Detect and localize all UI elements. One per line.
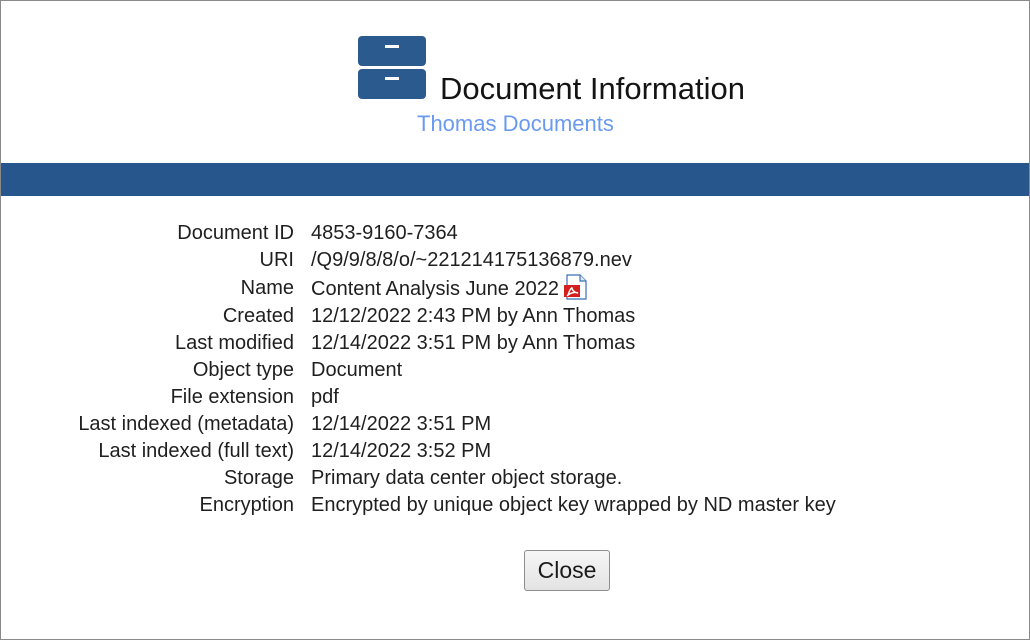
detail-label: Created (222, 305, 294, 327)
detail-label: Name (240, 277, 294, 299)
detail-label: Object type (192, 359, 294, 381)
file-cabinet-icon (358, 36, 426, 99)
details-row: Last modified 12/14/2022 3:51 PM by Ann … (1, 330, 836, 357)
document-info-dialog: Document Information Thomas Documents Do… (0, 0, 1030, 640)
details-row: Encryption Encrypted by unique object ke… (1, 492, 836, 519)
detail-label: URI (259, 249, 294, 271)
detail-label: Last modified (175, 332, 294, 354)
details-row: Storage Primary data center object stora… (1, 465, 836, 492)
details-row: Document ID 4853-9160-7364 (1, 220, 836, 247)
document-name: Content Analysis June 2022 (311, 278, 559, 300)
detail-value: Primary data center object storage. (311, 467, 623, 489)
details-row: Object type Document (1, 357, 836, 384)
page-title: Document Information (440, 71, 745, 106)
details-row: Last indexed (full text) 12/14/2022 3:52… (1, 438, 836, 465)
detail-label: File extension (170, 386, 294, 408)
library-link[interactable]: Thomas Documents (417, 110, 614, 138)
details-row: URI /Q9/9/8/8/o/~221214175136879.nev (1, 247, 836, 274)
details-row: File extension pdf (1, 384, 836, 411)
detail-value: /Q9/9/8/8/o/~221214175136879.nev (311, 249, 632, 271)
detail-value: 4853-9160-7364 (311, 222, 458, 244)
detail-value: 12/12/2022 2:43 PM by Ann Thomas (311, 305, 636, 327)
detail-label: Last indexed (metadata) (78, 413, 294, 435)
detail-label: Document ID (177, 222, 294, 244)
details-table: Document ID 4853-9160-7364 URI /Q9/9/8/8… (1, 220, 836, 519)
detail-value: Document (311, 359, 403, 381)
detail-value: 12/14/2022 3:51 PM (311, 413, 492, 435)
details-row: Last indexed (metadata) 12/14/2022 3:51 … (1, 411, 836, 438)
detail-value: pdf (311, 386, 339, 408)
header-band (1, 163, 1029, 196)
detail-label: Encryption (199, 494, 295, 516)
close-button[interactable]: Close (524, 550, 610, 591)
detail-value: Encrypted by unique object key wrapped b… (311, 494, 836, 516)
detail-label: Last indexed (full text) (98, 440, 294, 462)
pdf-icon[interactable] (563, 274, 589, 300)
details-row: Created 12/12/2022 2:43 PM by Ann Thomas (1, 303, 836, 330)
details-row: Name Content Analysis June 2022 (1, 274, 836, 303)
detail-value: 12/14/2022 3:52 PM (311, 440, 492, 462)
detail-value: 12/14/2022 3:51 PM by Ann Thomas (311, 332, 636, 354)
detail-value-name: Content Analysis June 2022 (294, 274, 836, 303)
detail-label: Storage (223, 467, 294, 489)
